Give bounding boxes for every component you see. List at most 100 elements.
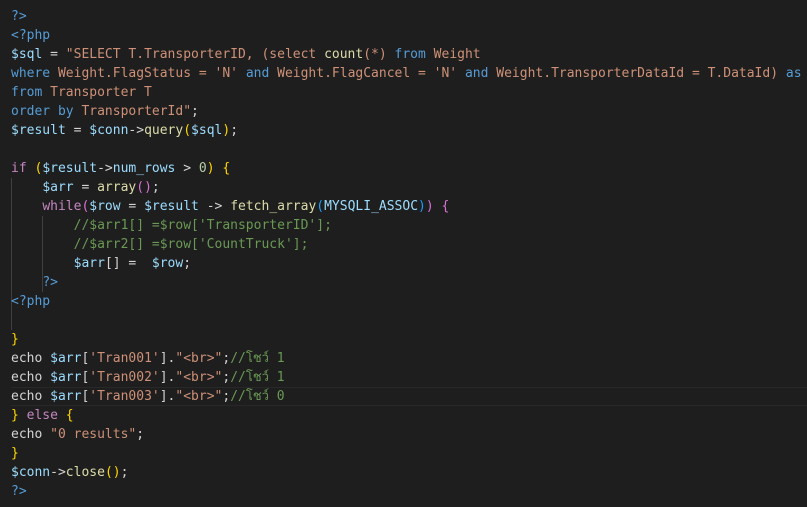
code-token: num_rows <box>112 161 176 176</box>
code-token: ( <box>316 199 325 214</box>
code-token: ; <box>222 370 231 385</box>
code-token: while <box>42 199 82 214</box>
code-token: = <box>65 123 90 138</box>
code-line[interactable]: echo $arr['Tran003']."<br>";//โชว์ 0 <box>11 387 807 406</box>
code-line[interactable] <box>11 311 807 330</box>
code-token: "0 results" <box>50 427 137 442</box>
code-token: $conn <box>11 465 51 480</box>
indent-guide <box>11 311 12 330</box>
code-line[interactable]: where Weight.FlagStatus = 'N' and Weight… <box>11 64 807 83</box>
code-line[interactable]: echo $arr['Tran001']."<br>";//โชว์ 1 <box>11 349 807 368</box>
code-token: { <box>65 408 74 423</box>
code-token: ; <box>183 256 192 271</box>
code-token: array <box>97 180 137 195</box>
code-token: ]. <box>159 370 176 385</box>
code-token: "<br>" <box>175 370 223 385</box>
code-line[interactable]: ?> <box>11 482 807 501</box>
code-token: (*) <box>363 47 395 62</box>
code-token: close <box>65 465 105 480</box>
code-token: where <box>11 66 51 81</box>
code-token: $sql <box>11 47 43 62</box>
code-token: -> <box>50 465 66 480</box>
code-token: ) <box>425 199 434 214</box>
code-line[interactable]: ?> <box>11 273 807 292</box>
code-token: $arr <box>42 180 74 195</box>
code-token: $sql <box>191 123 223 138</box>
code-line[interactable]: if ($result->num_rows > 0) { <box>11 159 807 178</box>
code-token: as <box>785 66 802 81</box>
code-token: ) <box>206 161 215 176</box>
code-token: $arr <box>50 351 82 366</box>
code-token: $row <box>89 199 121 214</box>
code-line[interactable]: //$arr2[] =$row['CountTruck']; <box>11 235 807 254</box>
code-token: <?php <box>11 294 51 309</box>
code-token: ) <box>418 199 426 214</box>
code-line[interactable]: $conn->close(); <box>11 463 807 482</box>
code-token: <?php <box>11 28 51 43</box>
code-token: ; <box>120 465 129 480</box>
code-token: () <box>104 465 121 480</box>
code-token: //$arr1[] =$row['TransporterID']; <box>73 218 332 233</box>
code-line[interactable] <box>11 140 807 159</box>
code-token: -> <box>97 161 113 176</box>
code-token: Weight <box>425 47 481 62</box>
code-token: echo <box>11 389 51 404</box>
code-token: ?> <box>11 484 27 499</box>
code-line[interactable]: $arr[] = $row; <box>11 254 807 273</box>
code-line[interactable]: while($row = $result -> fetch_array(MYSQ… <box>11 197 807 216</box>
code-token: } <box>11 332 19 347</box>
code-editor[interactable]: ?> <?php $sql = "SELECT T.TransporterID, (… <box>0 0 807 507</box>
code-token: ; <box>222 351 231 366</box>
code-token: ; <box>191 104 199 119</box>
code-token: $result <box>11 123 66 138</box>
code-token: $conn <box>89 123 129 138</box>
code-line[interactable]: $result = $conn->query($sql); <box>11 121 807 140</box>
code-token: ( <box>183 123 192 138</box>
code-token: ; <box>136 427 145 442</box>
code-line[interactable]: } else { <box>11 406 807 425</box>
code-token: MYSQLI_ASSOC <box>324 199 419 214</box>
code-token: else <box>26 408 58 423</box>
code-token: { <box>222 161 231 176</box>
code-token: ?> <box>11 9 27 24</box>
code-token: CountTruck <box>802 66 807 81</box>
code-line[interactable]: $sql = "SELECT T.TransporterID, (select … <box>11 45 807 64</box>
code-token: } <box>11 408 19 423</box>
code-line[interactable]: } <box>11 444 807 463</box>
code-line[interactable]: echo $arr['Tran002']."<br>";//โชว์ 1 <box>11 368 807 387</box>
code-line[interactable]: echo "0 results"; <box>11 425 807 444</box>
code-token: [] = <box>104 256 152 271</box>
code-token: //โชว์ 0 <box>230 389 285 404</box>
code-area[interactable]: ?> <?php $sql = "SELECT T.TransporterID, (… <box>11 7 807 501</box>
code-line[interactable]: from Transporter T <box>11 83 807 102</box>
code-token: TransporterId" <box>73 104 192 119</box>
code-line[interactable]: $arr = array(); <box>11 178 807 197</box>
code-token: if <box>11 161 27 176</box>
code-token: 'Tran002' <box>89 370 160 385</box>
code-token: Transporter T <box>42 85 152 100</box>
code-line[interactable]: <?php <box>11 292 807 311</box>
code-line[interactable]: } <box>11 330 807 349</box>
code-line[interactable]: <?php <box>11 26 807 45</box>
code-token: Weight.FlagStatus = 'N' <box>50 66 246 81</box>
code-token: = <box>73 180 98 195</box>
code-token: count <box>324 47 364 62</box>
code-token: "SELECT T.TransporterID, (select <box>65 47 325 62</box>
code-token: > <box>175 161 199 176</box>
code-line[interactable]: order by TransporterId"; <box>11 102 807 121</box>
code-token: and <box>245 66 270 81</box>
code-token: Weight.FlagCancel = 'N' <box>269 66 465 81</box>
code-token: 0 <box>198 161 207 176</box>
code-line[interactable]: ?> <box>11 7 807 26</box>
code-line[interactable]: //$arr1[] =$row['TransporterID']; <box>11 216 807 235</box>
code-token: 'Tran001' <box>89 351 160 366</box>
code-token: query <box>144 123 184 138</box>
code-token: //โชว์ 1 <box>230 370 285 385</box>
